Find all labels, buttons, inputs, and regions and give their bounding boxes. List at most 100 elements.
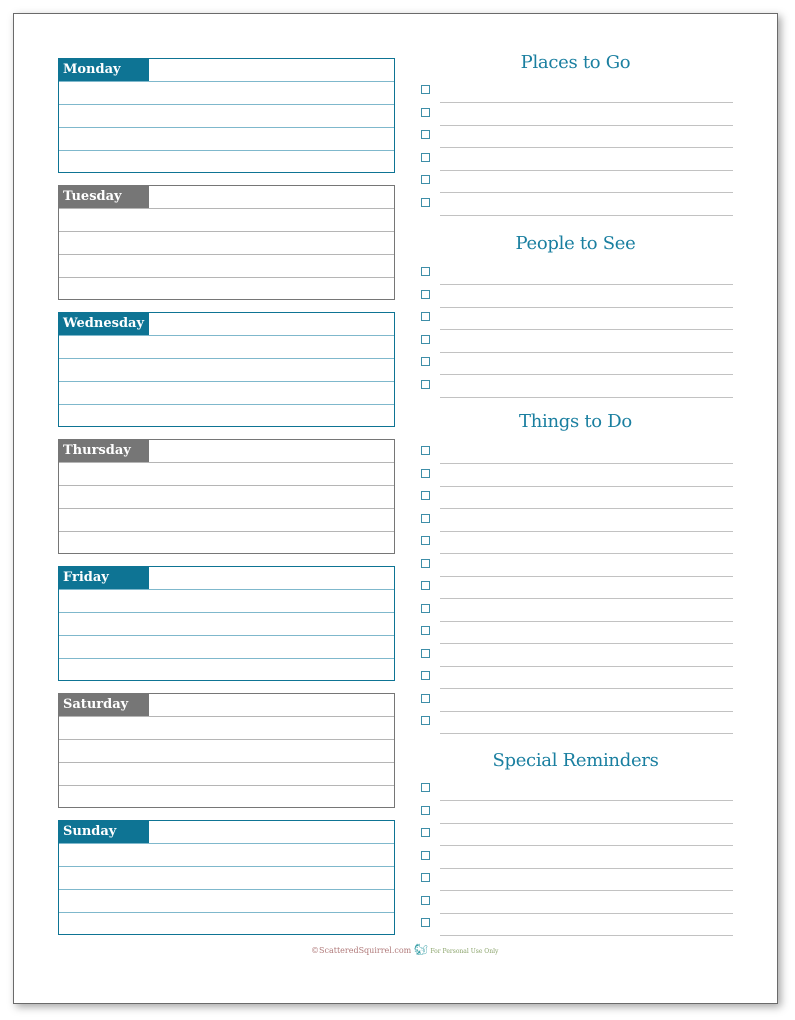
copyright-text: ©ScatteredSquirrel.com (311, 946, 412, 955)
list-line[interactable] (440, 621, 733, 622)
list-line[interactable] (440, 125, 733, 126)
writing-line[interactable] (59, 81, 394, 82)
list-line[interactable] (440, 463, 733, 464)
list-line[interactable] (440, 508, 733, 509)
writing-line[interactable] (59, 762, 394, 763)
checkbox[interactable] (421, 175, 430, 184)
footer: ©ScatteredSquirrel.com 🐿 For Personal Us… (311, 943, 498, 956)
list-line[interactable] (440, 170, 733, 171)
checkbox[interactable] (421, 604, 430, 613)
writing-line[interactable] (59, 531, 394, 532)
checkbox[interactable] (421, 108, 430, 117)
writing-line[interactable] (59, 277, 394, 278)
list-line[interactable] (440, 352, 733, 353)
section-title-people-to-see: People to See (515, 233, 636, 254)
checkbox[interactable] (421, 806, 430, 815)
checkbox[interactable] (421, 357, 430, 366)
list-line[interactable] (440, 643, 733, 644)
writing-line[interactable] (59, 508, 394, 509)
day-box-wednesday: Wednesday (58, 312, 395, 427)
checkbox[interactable] (421, 290, 430, 299)
writing-line[interactable] (59, 612, 394, 613)
checkbox[interactable] (421, 559, 430, 568)
writing-line[interactable] (59, 658, 394, 659)
writing-line[interactable] (59, 485, 394, 486)
checkbox[interactable] (421, 85, 430, 94)
list-line[interactable] (440, 215, 733, 216)
list-line[interactable] (440, 576, 733, 577)
list-line[interactable] (440, 284, 733, 285)
list-line[interactable] (440, 935, 733, 936)
writing-line[interactable] (59, 589, 394, 590)
list-line[interactable] (440, 102, 733, 103)
writing-line[interactable] (59, 254, 394, 255)
writing-line[interactable] (59, 462, 394, 463)
list-line[interactable] (440, 800, 733, 801)
list-line[interactable] (440, 598, 733, 599)
checkbox[interactable] (421, 918, 430, 927)
day-label: Saturday (59, 694, 149, 716)
checkbox[interactable] (421, 153, 430, 162)
writing-line[interactable] (59, 335, 394, 336)
list-line[interactable] (440, 845, 733, 846)
writing-line[interactable] (59, 358, 394, 359)
checkbox[interactable] (421, 514, 430, 523)
section-title-special-reminders: Special Reminders (492, 750, 659, 771)
checkbox[interactable] (421, 312, 430, 321)
checkbox[interactable] (421, 626, 430, 635)
writing-line[interactable] (59, 843, 394, 844)
writing-line[interactable] (59, 635, 394, 636)
checkbox[interactable] (421, 694, 430, 703)
writing-line[interactable] (59, 127, 394, 128)
checkbox[interactable] (421, 446, 430, 455)
checkbox[interactable] (421, 896, 430, 905)
writing-line[interactable] (59, 716, 394, 717)
writing-line[interactable] (59, 912, 394, 913)
list-line[interactable] (440, 666, 733, 667)
list-line[interactable] (440, 688, 733, 689)
list-line[interactable] (440, 711, 733, 712)
day-label: Thursday (59, 440, 149, 462)
checkbox[interactable] (421, 851, 430, 860)
list-line[interactable] (440, 374, 733, 375)
list-line[interactable] (440, 913, 733, 914)
checkbox[interactable] (421, 873, 430, 882)
writing-line[interactable] (59, 739, 394, 740)
list-line[interactable] (440, 531, 733, 532)
list-line[interactable] (440, 868, 733, 869)
list-line[interactable] (440, 890, 733, 891)
writing-line[interactable] (59, 785, 394, 786)
writing-line[interactable] (59, 104, 394, 105)
writing-line[interactable] (59, 231, 394, 232)
list-line[interactable] (440, 486, 733, 487)
checkbox[interactable] (421, 130, 430, 139)
writing-line[interactable] (59, 404, 394, 405)
list-line[interactable] (440, 733, 733, 734)
writing-line[interactable] (59, 150, 394, 151)
checkbox[interactable] (421, 783, 430, 792)
writing-line[interactable] (59, 866, 394, 867)
list-line[interactable] (440, 823, 733, 824)
day-label: Sunday (59, 821, 149, 843)
checkbox[interactable] (421, 649, 430, 658)
writing-line[interactable] (59, 208, 394, 209)
checkbox[interactable] (421, 198, 430, 207)
checkbox[interactable] (421, 828, 430, 837)
checkbox[interactable] (421, 380, 430, 389)
checkbox[interactable] (421, 716, 430, 725)
list-line[interactable] (440, 553, 733, 554)
checkbox[interactable] (421, 581, 430, 590)
checkbox[interactable] (421, 491, 430, 500)
checkbox[interactable] (421, 469, 430, 478)
checkbox[interactable] (421, 267, 430, 276)
checkbox[interactable] (421, 671, 430, 680)
list-line[interactable] (440, 397, 733, 398)
list-line[interactable] (440, 329, 733, 330)
writing-line[interactable] (59, 381, 394, 382)
writing-line[interactable] (59, 889, 394, 890)
list-line[interactable] (440, 307, 733, 308)
list-line[interactable] (440, 192, 733, 193)
checkbox[interactable] (421, 536, 430, 545)
checkbox[interactable] (421, 335, 430, 344)
list-line[interactable] (440, 147, 733, 148)
